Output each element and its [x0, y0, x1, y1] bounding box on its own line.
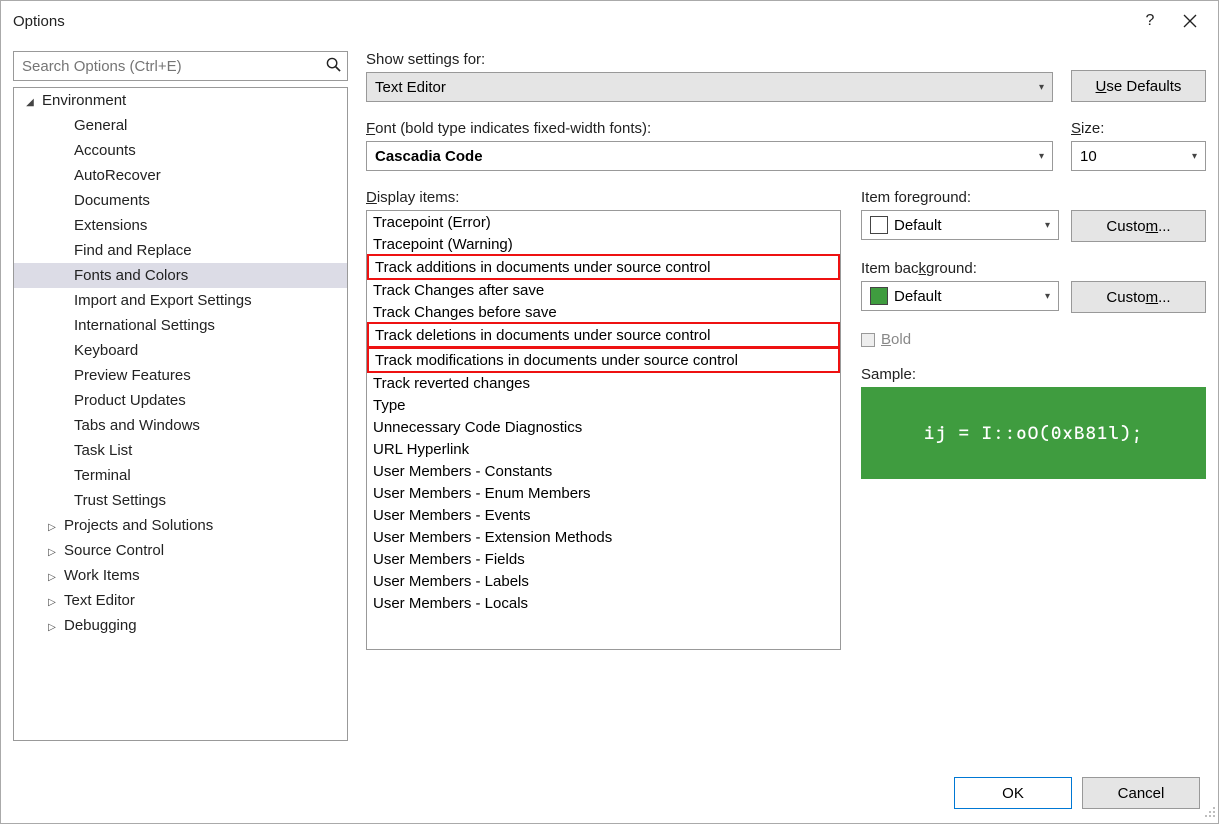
search-input-container[interactable]: [13, 51, 348, 81]
display-item[interactable]: URL Hyperlink: [367, 438, 840, 460]
color-swatch-icon: [870, 216, 888, 234]
size-combo[interactable]: 10 ▾: [1071, 141, 1206, 171]
item-fg-label: Item foreground:: [861, 189, 1206, 206]
tree-node[interactable]: Preview Features: [14, 363, 347, 388]
font-label: Font (bold type indicates fixed-width fo…: [366, 120, 1053, 137]
tree-node[interactable]: General: [14, 113, 347, 138]
options-tree[interactable]: ◢EnvironmentGeneralAccountsAutoRecoverDo…: [13, 87, 348, 741]
tree-node[interactable]: AutoRecover: [14, 163, 347, 188]
use-defaults-button[interactable]: UUse Defaultsse Defaults: [1071, 70, 1206, 102]
display-item[interactable]: Tracepoint (Error): [367, 211, 840, 233]
display-item[interactable]: User Members - Labels: [367, 570, 840, 592]
show-settings-value: Text Editor: [375, 79, 1039, 96]
tree-node[interactable]: ▷Text Editor: [14, 588, 347, 613]
display-item[interactable]: User Members - Events: [367, 504, 840, 526]
font-value: Cascadia Code: [375, 148, 1039, 165]
tree-node[interactable]: Import and Export Settings: [14, 288, 347, 313]
tree-node-environment[interactable]: ◢Environment: [14, 88, 347, 113]
titlebar: Options ?: [1, 1, 1218, 41]
item-bg-label: Item background:Item background:: [861, 260, 1206, 277]
tree-node[interactable]: Documents: [14, 188, 347, 213]
tree-node[interactable]: Product Updates: [14, 388, 347, 413]
item-fg-combo[interactable]: Default ▾: [861, 210, 1059, 240]
item-bg-value: Default: [894, 288, 1045, 305]
item-fg-value: Default: [894, 217, 1045, 234]
ok-button[interactable]: OK: [954, 777, 1072, 809]
display-item[interactable]: User Members - Extension Methods: [367, 526, 840, 548]
size-value: 10: [1080, 148, 1192, 165]
bold-label: BoldBold: [881, 331, 911, 348]
display-item[interactable]: User Members - Enum Members: [367, 482, 840, 504]
display-item[interactable]: Type: [367, 394, 840, 416]
chevron-down-icon: ▾: [1045, 220, 1050, 231]
display-item[interactable]: Track Changes after save: [367, 279, 840, 301]
bold-checkbox[interactable]: BoldBold: [861, 331, 1206, 348]
custom-fg-button[interactable]: Custom...Custom...: [1071, 210, 1206, 242]
search-icon: [326, 57, 341, 76]
display-item[interactable]: Unnecessary Code Diagnostics: [367, 416, 840, 438]
search-input[interactable]: [20, 57, 326, 76]
resize-grip-icon[interactable]: [1204, 806, 1216, 821]
tree-node[interactable]: Keyboard: [14, 338, 347, 363]
chevron-down-icon: ▾: [1045, 291, 1050, 302]
display-item[interactable]: Track Changes before save: [367, 301, 840, 323]
tree-node[interactable]: ▷Projects and Solutions: [14, 513, 347, 538]
tree-node[interactable]: ▷Debugging: [14, 613, 347, 638]
help-icon[interactable]: ?: [1130, 1, 1170, 41]
font-combo[interactable]: Cascadia Code ▾: [366, 141, 1053, 171]
tree-node[interactable]: Terminal: [14, 463, 347, 488]
chevron-down-icon: ▾: [1039, 151, 1044, 162]
display-item[interactable]: Track additions in documents under sourc…: [367, 254, 840, 280]
custom-bg-button[interactable]: Custom...Custom...: [1071, 281, 1206, 313]
show-settings-combo[interactable]: Text Editor ▾: [366, 72, 1053, 102]
display-item[interactable]: User Members - Fields: [367, 548, 840, 570]
tree-node[interactable]: ▷Work Items: [14, 563, 347, 588]
tree-node[interactable]: Task List: [14, 438, 347, 463]
show-settings-label: Show settings for:: [366, 51, 1053, 68]
tree-node[interactable]: Accounts: [14, 138, 347, 163]
cancel-button[interactable]: Cancel: [1082, 777, 1200, 809]
sample-label: Sample:: [861, 366, 1206, 383]
tree-node[interactable]: Tabs and Windows: [14, 413, 347, 438]
tree-node[interactable]: Trust Settings: [14, 488, 347, 513]
checkbox-icon: [861, 333, 875, 347]
chevron-down-icon: ▾: [1039, 82, 1044, 93]
tree-node[interactable]: Find and Replace: [14, 238, 347, 263]
display-items-label: Display items:Display items:: [366, 189, 841, 206]
display-item[interactable]: User Members - Locals: [367, 592, 840, 614]
chevron-down-icon: ▾: [1192, 151, 1197, 162]
sample-preview: ij = I::oO(0xB81l);: [861, 387, 1206, 479]
display-item[interactable]: User Members - Constants: [367, 460, 840, 482]
tree-node[interactable]: Extensions: [14, 213, 347, 238]
display-items-listbox[interactable]: Tracepoint (Error)Tracepoint (Warning)Tr…: [366, 210, 841, 650]
window-title: Options: [13, 13, 1130, 30]
item-bg-combo[interactable]: Default ▾: [861, 281, 1059, 311]
tree-node[interactable]: ▷Source Control: [14, 538, 347, 563]
color-swatch-icon: [870, 287, 888, 305]
display-item[interactable]: Tracepoint (Warning): [367, 233, 840, 255]
size-label: Size:Size:: [1071, 120, 1206, 137]
display-item[interactable]: Track reverted changes: [367, 372, 840, 394]
display-item[interactable]: Track deletions in documents under sourc…: [367, 322, 840, 348]
display-item[interactable]: Track modifications in documents under s…: [367, 347, 840, 373]
tree-node[interactable]: Fonts and Colors: [14, 263, 347, 288]
close-icon[interactable]: [1170, 1, 1210, 41]
tree-node[interactable]: International Settings: [14, 313, 347, 338]
